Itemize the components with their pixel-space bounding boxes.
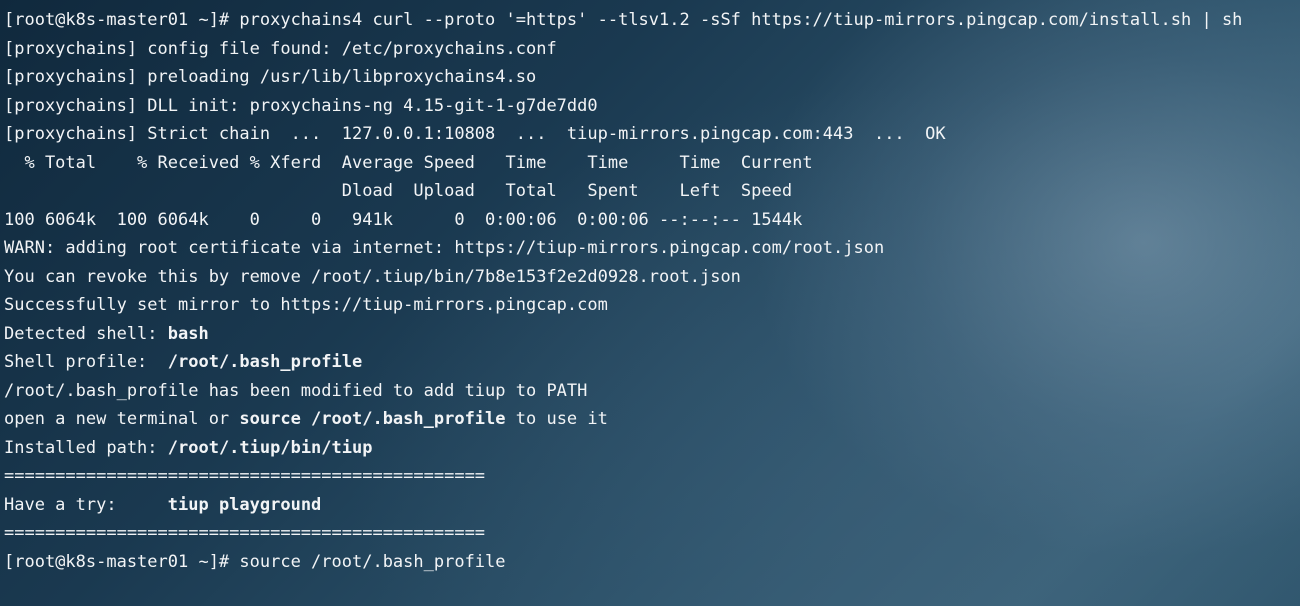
terminal-line: WARN: adding root certificate via intern… bbox=[4, 234, 1242, 263]
terminal-text: % Total % Received % Xferd Average Speed… bbox=[4, 152, 813, 173]
terminal-text: [root@k8s-master01 ~]# source /root/.bas… bbox=[4, 551, 506, 572]
terminal-text: [proxychains] Strict chain ... 127.0.0.1… bbox=[4, 124, 946, 144]
terminal-line: Shell profile: /root/.bash_profile bbox=[4, 348, 1242, 377]
terminal-text: Detected shell: bbox=[4, 323, 168, 344]
terminal-line: ========================================… bbox=[4, 519, 1242, 548]
terminal-text: Installed path: bbox=[4, 437, 168, 458]
terminal-text-bold: /root/.tiup/bin/tiup bbox=[167, 437, 373, 458]
terminal-text: [proxychains] preloading /usr/lib/libpro… bbox=[4, 67, 537, 87]
terminal-line: Dload Upload Total Spent Left Speed bbox=[4, 177, 1242, 206]
terminal-text-bold: bash bbox=[167, 323, 209, 344]
terminal-line: Successfully set mirror to https://tiup-… bbox=[4, 291, 1242, 320]
terminal-line: Detected shell: bash bbox=[4, 320, 1242, 349]
terminal-text: 100 6064k 100 6064k 0 0 941k 0 0:00:06 0… bbox=[4, 209, 803, 230]
terminal-text: [proxychains] DLL init: proxychains-ng 4… bbox=[4, 95, 598, 116]
terminal-text: You can revoke this by remove /root/.tiu… bbox=[4, 266, 741, 287]
terminal-line: ========================================… bbox=[4, 462, 1242, 491]
terminal-prompt-line: [root@k8s-master01 ~]# source /root/.bas… bbox=[4, 548, 1242, 577]
terminal-text: Have a try: bbox=[4, 494, 168, 515]
terminal-text: [proxychains] config file found: /etc/pr… bbox=[4, 38, 557, 59]
terminal-line: open a new terminal or source /root/.bas… bbox=[4, 405, 1242, 434]
terminal-text: Shell profile: bbox=[4, 352, 168, 372]
terminal-line: % Total % Received % Xferd Average Speed… bbox=[4, 149, 1242, 178]
terminal-window[interactable]: [root@k8s-master01 ~]# proxychains4 curl… bbox=[0, 0, 1300, 606]
terminal-line: You can revoke this by remove /root/.tiu… bbox=[4, 263, 1242, 292]
terminal-text: [root@k8s-master01 ~]# proxychains4 curl… bbox=[4, 10, 1243, 30]
terminal-text: ========================================… bbox=[4, 523, 486, 543]
terminal-text: /root/.bash_profile has been modified to… bbox=[4, 380, 588, 401]
terminal-text: Dload Upload Total Spent Left Speed bbox=[4, 181, 793, 201]
terminal-line: Have a try: tiup playground bbox=[4, 491, 1242, 520]
terminal-line: [proxychains] preloading /usr/lib/libpro… bbox=[4, 63, 1242, 92]
terminal-text-bold: tiup playground bbox=[167, 494, 322, 515]
terminal-output: [root@k8s-master01 ~]# proxychains4 curl… bbox=[4, 6, 1242, 576]
terminal-line: [root@k8s-master01 ~]# proxychains4 curl… bbox=[4, 6, 1242, 35]
terminal-text-bold: /root/.bash_profile bbox=[167, 352, 363, 372]
terminal-text: open a new terminal or bbox=[4, 409, 240, 429]
terminal-text: WARN: adding root certificate via intern… bbox=[4, 238, 885, 258]
terminal-line: [proxychains] config file found: /etc/pr… bbox=[4, 35, 1242, 64]
terminal-text: Successfully set mirror to https://tiup-… bbox=[4, 295, 608, 315]
terminal-text: to use it bbox=[505, 409, 608, 429]
terminal-text-bold: source /root/.bash_profile bbox=[239, 409, 506, 429]
terminal-line: /root/.bash_profile has been modified to… bbox=[4, 377, 1242, 406]
terminal-line: Installed path: /root/.tiup/bin/tiup bbox=[4, 434, 1242, 463]
terminal-line: [proxychains] DLL init: proxychains-ng 4… bbox=[4, 92, 1242, 121]
terminal-text: ========================================… bbox=[4, 466, 486, 486]
terminal-line: [proxychains] Strict chain ... 127.0.0.1… bbox=[4, 120, 1242, 149]
terminal-line: 100 6064k 100 6064k 0 0 941k 0 0:00:06 0… bbox=[4, 206, 1242, 235]
